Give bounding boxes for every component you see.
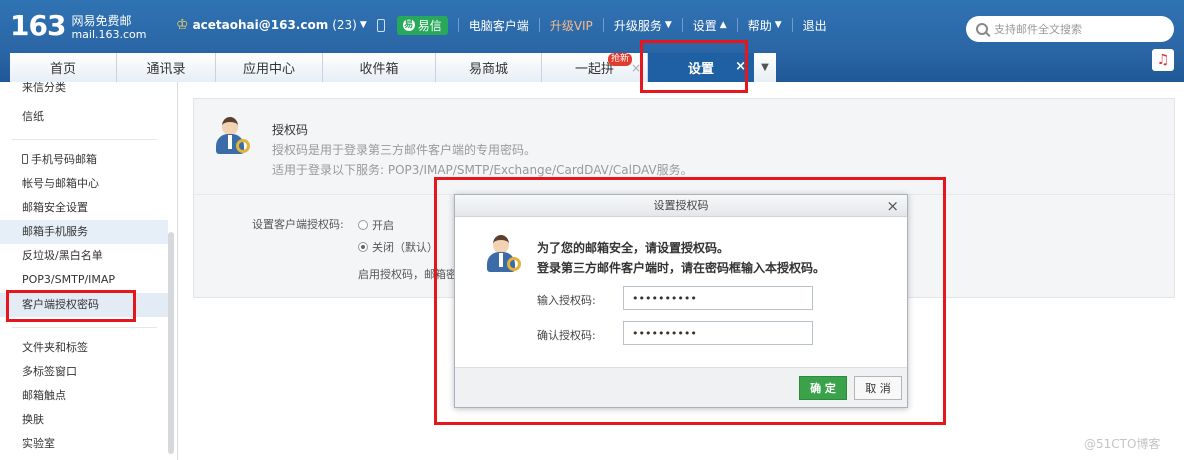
top-bar: 163 网易免费邮 mail.163.com ♔ acetaohai@163.c…	[0, 0, 1184, 82]
sidebar-item-security[interactable]: 邮箱安全设置	[0, 196, 168, 220]
chevron-down-icon: ▼	[761, 62, 769, 73]
search-icon[interactable]	[976, 23, 988, 35]
logo-name: 网易免费邮	[71, 14, 132, 28]
desktop-client-link[interactable]: 电脑客户端	[469, 17, 529, 34]
tab-group-buy[interactable]: 一起拼 抢新 ×	[542, 53, 648, 82]
sidebar-item-account-center[interactable]: 帐号与邮箱中心	[0, 172, 168, 196]
panel-description: 授权码是用于登录第三方邮件客户端的专用密码。	[272, 143, 537, 157]
sidebar-item-folders[interactable]: 文件夹和标签	[0, 336, 168, 360]
sidebar-item-antispam[interactable]: 反垃圾/黑白名单	[0, 244, 168, 268]
sidebar-item-mail-category[interactable]: 来信分类	[0, 82, 168, 96]
radio-button[interactable]	[358, 242, 368, 252]
sidebar-item-skin[interactable]: 换肤	[0, 408, 168, 432]
tab-label: 易商城	[468, 62, 508, 77]
logo-domain: mail.163.com	[71, 28, 147, 41]
logout-link[interactable]: 退出	[803, 17, 827, 34]
radio-label: 关闭（默认）	[372, 241, 438, 254]
music-icon[interactable]: ♫	[1152, 49, 1174, 71]
top-nav: ♔ acetaohai@163.com (23) ▼ 易 易信 电脑客户端 升级…	[176, 14, 827, 36]
chevron-down-icon: ▼	[664, 20, 672, 30]
phone-icon[interactable]	[376, 18, 385, 32]
tab-contacts[interactable]: 通讯录	[117, 53, 216, 82]
tab-app-center[interactable]: 应用中心	[216, 53, 323, 82]
upgrade-service-menu[interactable]: 升级服务	[614, 17, 662, 34]
tab-label: 收件箱	[359, 62, 399, 77]
tab-label: 应用中心	[242, 62, 295, 77]
tab-inbox[interactable]: 收件箱	[323, 53, 436, 82]
sidebar-item-label: 手机号码邮箱	[31, 153, 97, 166]
tab-home[interactable]: 首页	[10, 53, 117, 82]
chevron-down-icon: ▼	[774, 20, 782, 30]
annotation-box-sidebar	[6, 290, 136, 322]
sidebar-scrollbar[interactable]	[168, 232, 174, 454]
sidebar-item-touchpoint[interactable]: 邮箱触点	[0, 384, 168, 408]
user-email[interactable]: acetaohai@163.com	[193, 18, 329, 32]
logo-number: 163	[10, 9, 66, 42]
sidebar-item-pop3[interactable]: POP3/SMTP/IMAP	[0, 268, 168, 292]
logo[interactable]: 163 网易免费邮 mail.163.com	[10, 12, 147, 42]
crown-icon: ♔	[176, 17, 189, 33]
chevron-down-icon[interactable]: ▼	[360, 20, 367, 30]
phone-icon	[22, 154, 28, 164]
sidebar-item-multi-tab[interactable]: 多标签窗口	[0, 360, 168, 384]
panel-title: 授权码	[272, 123, 309, 137]
chevron-up-icon: ▲	[719, 20, 727, 30]
yixin-label: 易信	[417, 18, 442, 33]
hot-badge: 抢新	[608, 53, 633, 66]
help-menu[interactable]: 帮助	[748, 17, 772, 34]
annotation-box-settings-tab	[640, 40, 748, 93]
sidebar-item-stationery[interactable]: 信纸	[0, 105, 168, 129]
sidebar-item-phone-mailbox[interactable]: 手机号码邮箱	[0, 148, 168, 172]
radio-disable[interactable]: 关闭（默认）	[358, 239, 438, 255]
radio-label: 开启	[372, 219, 394, 232]
sidebar-item-phone-service[interactable]: 邮箱手机服务	[0, 220, 168, 244]
watermark: @51CTO博客	[1084, 437, 1161, 451]
annotation-box-dialog	[434, 177, 946, 425]
tab-more-button[interactable]: ▼	[754, 53, 776, 82]
radio-button[interactable]	[358, 220, 368, 230]
yixin-icon: 易	[402, 19, 415, 31]
yixin-button[interactable]: 易 易信	[396, 15, 448, 35]
search-input[interactable]	[994, 22, 1164, 36]
tab-label: 通讯录	[146, 62, 186, 77]
unread-count: (23)	[332, 18, 357, 32]
upgrade-vip-link[interactable]: 升级VIP	[550, 17, 593, 34]
tab-shop[interactable]: 易商城	[436, 53, 542, 82]
tab-label: 首页	[49, 62, 76, 77]
settings-menu[interactable]: 设置	[693, 17, 717, 34]
option-label: 设置客户端授权码:	[252, 218, 344, 231]
sidebar-item-lab[interactable]: 实验室	[0, 432, 168, 456]
radio-enable[interactable]: 开启	[358, 217, 394, 233]
panel-services: 适用于登录以下服务: POP3/IMAP/SMTP/Exchange/CardD…	[272, 163, 693, 177]
user-key-icon	[214, 117, 250, 157]
search-box[interactable]	[966, 16, 1174, 42]
settings-sidebar: 来信分类 信纸 手机号码邮箱 帐号与邮箱中心 邮箱安全设置 邮箱手机服务 反垃圾…	[0, 82, 178, 460]
